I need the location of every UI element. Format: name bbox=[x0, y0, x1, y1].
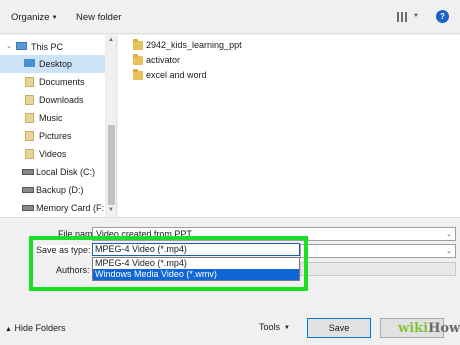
nav-item-downloads[interactable]: Downloads bbox=[0, 91, 105, 109]
scroll-down-icon[interactable]: ▼ bbox=[108, 207, 114, 213]
save-button[interactable]: Save bbox=[307, 318, 371, 338]
documents-icon bbox=[25, 77, 34, 87]
nav-item-label: Documents bbox=[39, 77, 85, 87]
file-name: 2942_kids_learning_ppt bbox=[146, 40, 242, 50]
hide-folders-button[interactable]: ▲ Hide Folders bbox=[5, 323, 65, 333]
wikihow-watermark: wikiHow bbox=[398, 321, 460, 336]
videos-icon bbox=[25, 149, 34, 159]
music-icon bbox=[25, 113, 34, 123]
nav-item-label: Downloads bbox=[39, 95, 84, 105]
chevron-up-icon: ▲ bbox=[5, 326, 12, 333]
downloads-icon bbox=[25, 95, 34, 105]
chevron-down-icon: ▼ bbox=[284, 325, 290, 331]
nav-item-this-pc[interactable]: ⌄ This PC bbox=[0, 38, 105, 56]
nav-item-local-disk[interactable]: Local Disk (C:) bbox=[0, 163, 105, 181]
help-icon[interactable]: ? bbox=[436, 10, 449, 23]
save-as-type-value: MPEG-4 Video (*.mp4) bbox=[95, 244, 187, 254]
nav-item-memory-card[interactable]: Memory Card (F: bbox=[0, 199, 105, 217]
view-options-icon[interactable] bbox=[397, 12, 409, 22]
chevron-down-icon: ▼ bbox=[51, 15, 58, 21]
desktop-icon bbox=[24, 59, 35, 67]
file-name: activator bbox=[146, 55, 181, 65]
tools-button[interactable]: Tools ▼ bbox=[259, 322, 290, 332]
nav-item-videos[interactable]: Videos bbox=[0, 145, 105, 163]
folder-icon bbox=[133, 69, 143, 80]
disk-icon bbox=[22, 169, 34, 175]
disk-icon bbox=[22, 205, 34, 211]
nav-item-desktop[interactable]: Desktop bbox=[0, 55, 105, 73]
chevron-down-icon[interactable]: ▼ bbox=[413, 13, 419, 19]
nav-item-label: Videos bbox=[39, 149, 67, 159]
chevron-down-icon[interactable]: ⌄ bbox=[446, 230, 452, 238]
pictures-icon bbox=[25, 131, 34, 141]
authors-field-extension bbox=[300, 262, 456, 276]
scroll-thumb[interactable] bbox=[108, 125, 115, 205]
folder-icon bbox=[133, 39, 143, 50]
organize-button[interactable]: Organize ▼ bbox=[11, 12, 58, 23]
disk-icon bbox=[22, 187, 34, 193]
file-name: excel and word bbox=[146, 70, 207, 80]
save-as-type-dropdown-list: MPEG-4 Video (*.mp4) Windows Media Video… bbox=[92, 257, 300, 281]
dropdown-option-mp4[interactable]: MPEG-4 Video (*.mp4) bbox=[93, 258, 299, 269]
save-as-type-select[interactable]: MPEG-4 Video (*.mp4) bbox=[92, 243, 300, 256]
watermark-part-wiki: wiki bbox=[398, 321, 429, 336]
nav-item-documents[interactable]: Documents bbox=[0, 73, 105, 91]
scroll-up-icon[interactable]: ▲ bbox=[108, 37, 114, 43]
chevron-down-icon[interactable]: ⌄ bbox=[6, 38, 12, 56]
save-as-type-field-extension[interactable] bbox=[300, 244, 456, 258]
nav-item-backup[interactable]: Backup (D:) bbox=[0, 181, 105, 199]
nav-item-pictures[interactable]: Pictures bbox=[0, 127, 105, 145]
folder-icon bbox=[133, 54, 143, 65]
organize-label: Organize bbox=[11, 12, 50, 23]
dropdown-option-wmv[interactable]: Windows Media Video (*.wmv) bbox=[93, 269, 299, 280]
nav-scrollbar[interactable]: ▲ ▼ bbox=[105, 35, 116, 217]
pc-icon bbox=[16, 42, 27, 50]
save-as-type-label: Save as type: bbox=[35, 245, 92, 255]
nav-item-label: Pictures bbox=[39, 131, 72, 141]
chevron-down-icon[interactable]: ⌄ bbox=[446, 247, 452, 255]
file-list: 2942_kids_learning_ppt activator excel a… bbox=[118, 35, 460, 217]
nav-item-label: This PC bbox=[31, 42, 64, 52]
authors-label: Authors: bbox=[56, 265, 90, 275]
hide-folders-label: Hide Folders bbox=[14, 323, 66, 333]
nav-item-music[interactable]: Music bbox=[0, 109, 105, 127]
nav-item-label: Desktop bbox=[39, 59, 73, 69]
nav-item-label: Backup (D:) bbox=[36, 185, 84, 195]
nav-item-label: Music bbox=[39, 113, 63, 123]
navigation-pane: ⌄ This PC Desktop Documents Downloads Mu… bbox=[0, 35, 117, 217]
tools-label: Tools bbox=[259, 322, 281, 332]
new-folder-button[interactable]: New folder bbox=[76, 12, 121, 23]
nav-item-label: Memory Card (F: bbox=[36, 203, 105, 213]
watermark-part-how: How bbox=[428, 321, 460, 336]
nav-item-label: Local Disk (C:) bbox=[36, 167, 96, 177]
toolbar: Organize ▼ New folder ▼ ? bbox=[0, 0, 460, 34]
